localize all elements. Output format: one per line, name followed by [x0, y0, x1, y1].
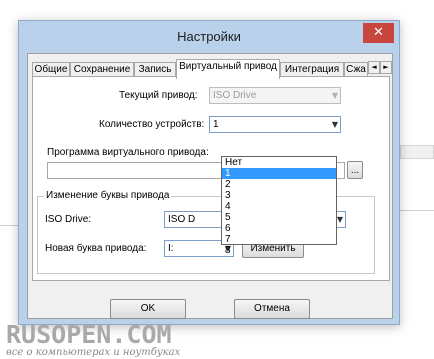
- dropdown-option[interactable]: 4: [222, 201, 336, 212]
- chevron-down-icon: ▼: [336, 215, 343, 224]
- new-letter-value: I:: [168, 243, 174, 254]
- device-count-value: 1: [213, 119, 219, 130]
- background-divider: [0, 225, 18, 226]
- ok-button[interactable]: OK: [110, 299, 186, 319]
- current-drive-value: ISO Drive: [213, 90, 257, 101]
- watermark: RUSOPEN.COM все о компьютерах и ноутбука…: [6, 322, 180, 358]
- dropdown-option[interactable]: 7: [222, 234, 336, 245]
- new-letter-label: Новая буква привода:: [45, 243, 147, 254]
- chevron-down-icon: ▼: [331, 120, 338, 129]
- background-divider: [400, 210, 434, 211]
- dropdown-option-selected[interactable]: 1: [222, 168, 336, 179]
- watermark-logo: RUSOPEN.COM: [6, 320, 172, 349]
- browse-button[interactable]: ...: [347, 161, 363, 179]
- dropdown-option[interactable]: Нет: [222, 157, 336, 168]
- chevron-down-icon: ▼: [331, 91, 338, 100]
- tab-strip: Общие Сохранение Запись Виртуальный прив…: [32, 59, 392, 79]
- dialog-client-area: Общие Сохранение Запись Виртуальный прив…: [27, 53, 393, 319]
- device-count-select[interactable]: 1 ▼: [209, 116, 341, 133]
- close-button[interactable]: ✕: [363, 23, 394, 43]
- dropdown-option[interactable]: 6: [222, 223, 336, 234]
- tab-virtual-drive[interactable]: Виртуальный привод: [176, 59, 280, 79]
- current-drive-label: Текущий привод:: [119, 90, 198, 101]
- device-count-label: Количество устройств:: [99, 119, 205, 130]
- dropdown-option[interactable]: 5: [222, 212, 336, 223]
- close-icon: ✕: [373, 25, 384, 40]
- arrow-right-icon: ►: [383, 63, 389, 71]
- background-strip: [400, 145, 434, 159]
- dropdown-option[interactable]: 3: [222, 190, 336, 201]
- iso-drive-value: ISO D: [168, 214, 196, 225]
- settings-dialog: Настройки ✕ Общие Сохранение Запись Вирт…: [18, 20, 400, 325]
- cancel-button[interactable]: Отмена: [234, 299, 310, 319]
- arrow-left-icon: ◄: [371, 63, 377, 71]
- watermark-tagline: все о компьютерах и ноутбуках: [6, 347, 181, 358]
- title-bar[interactable]: Настройки ✕: [19, 21, 399, 53]
- device-count-dropdown-list[interactable]: Нет 1 2 3 4 5 6 7 8: [221, 156, 337, 256]
- iso-drive-label: ISO Drive:: [45, 214, 92, 225]
- program-label: Программа виртуального привода:: [47, 147, 209, 158]
- tab-scroll-left-button[interactable]: ◄: [368, 61, 380, 74]
- group-title: Изменение буквы привода: [44, 190, 172, 201]
- dropdown-option[interactable]: 2: [222, 179, 336, 190]
- current-drive-select: ISO Drive ▼: [209, 87, 341, 104]
- dropdown-option[interactable]: 8: [222, 245, 336, 256]
- window-title: Настройки: [177, 29, 241, 44]
- tab-scroll-right-button[interactable]: ►: [380, 61, 392, 74]
